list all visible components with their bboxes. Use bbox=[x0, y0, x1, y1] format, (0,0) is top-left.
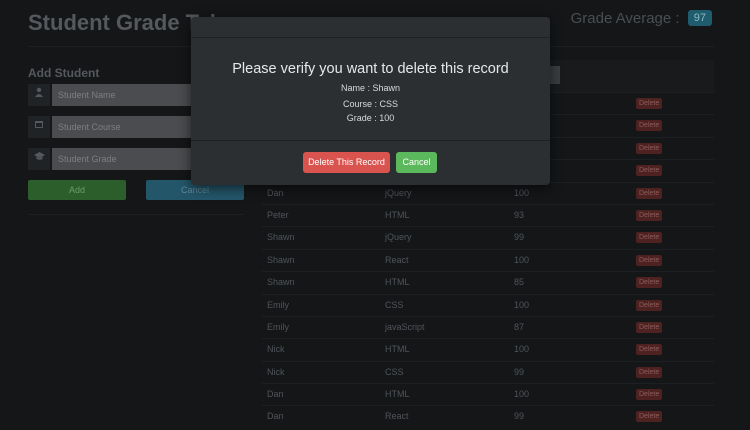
delete-button[interactable]: Delete bbox=[636, 277, 663, 289]
cell-course: CSS bbox=[385, 299, 404, 310]
cell-course: HTML bbox=[385, 209, 410, 220]
table-row: Emily javaScript 87 Delete bbox=[262, 315, 714, 338]
modal-course-line: Course : CSS bbox=[342, 99, 399, 109]
table-row: Nick HTML 100 Delete bbox=[262, 338, 714, 360]
modal-header bbox=[191, 17, 550, 38]
delete-button[interactable]: Delete bbox=[636, 299, 663, 311]
cell-name: Shawn bbox=[267, 277, 295, 288]
cell-course: React bbox=[385, 411, 409, 422]
delete-button[interactable]: Delete bbox=[636, 389, 663, 401]
cell-grade: 93 bbox=[514, 209, 525, 220]
delete-button[interactable]: Delete bbox=[636, 411, 663, 423]
cell-course: jQuery bbox=[385, 187, 412, 198]
modal-cancel-button[interactable]: Cancel bbox=[396, 152, 437, 173]
table-row: Peter HTML 93 Delete bbox=[262, 203, 714, 226]
cell-course: HTML bbox=[385, 389, 410, 400]
cell-name: Peter bbox=[267, 209, 289, 220]
cell-name: Shawn bbox=[267, 232, 295, 243]
cell-grade: 100 bbox=[514, 389, 530, 400]
cell-grade: 99 bbox=[514, 232, 525, 243]
delete-button[interactable]: Delete bbox=[636, 232, 663, 244]
cell-grade: 100 bbox=[514, 187, 530, 198]
add-student-title: Add Student bbox=[28, 66, 100, 80]
table-row: Emily CSS 100 Delete bbox=[262, 293, 714, 316]
delete-button[interactable]: Delete bbox=[636, 187, 663, 199]
grade-average: Grade Average : 97 bbox=[571, 10, 712, 27]
cell-grade: 99 bbox=[514, 366, 525, 377]
delete-button[interactable]: Delete bbox=[636, 254, 663, 266]
grade-average-label: Grade Average : bbox=[570, 10, 680, 27]
cell-course: HTML bbox=[385, 344, 410, 355]
table-row: Shawn jQuery 99 Delete bbox=[262, 226, 714, 248]
cell-grade: 100 bbox=[514, 299, 530, 310]
modal-name-line: Name : Shawn bbox=[340, 83, 401, 93]
cell-name: Nick bbox=[267, 344, 285, 355]
cell-course: HTML bbox=[385, 277, 410, 288]
cell-grade: 99 bbox=[514, 411, 525, 422]
table-row: Dan React 99 Delete bbox=[262, 405, 714, 427]
delete-button[interactable]: Delete bbox=[636, 98, 663, 109]
modal-question: Please verify you want to delete this re… bbox=[232, 61, 509, 77]
cell-grade: 85 bbox=[514, 277, 525, 288]
user-icon bbox=[28, 84, 50, 106]
cell-course: javaScript bbox=[385, 321, 425, 332]
delete-button[interactable]: Delete bbox=[636, 344, 663, 356]
delete-button[interactable]: Delete bbox=[636, 209, 663, 221]
delete-button[interactable]: Delete bbox=[636, 120, 663, 132]
cell-course: jQuery bbox=[385, 232, 412, 243]
table-row: Shawn HTML 85 Delete bbox=[262, 271, 714, 293]
cell-course: CSS bbox=[385, 366, 404, 377]
cell-grade: 100 bbox=[514, 254, 530, 265]
table-row: Nick CSS 99 Delete bbox=[262, 360, 714, 383]
page-background: Student Grade Tab Grade Average : 97 Add… bbox=[0, 0, 750, 430]
cell-name: Emily bbox=[267, 299, 289, 310]
delete-button[interactable]: Delete bbox=[636, 142, 663, 154]
cell-name: Shawn bbox=[267, 254, 295, 265]
cell-name: Dan bbox=[267, 187, 284, 198]
cell-name: Dan bbox=[267, 389, 284, 400]
cell-name: Emily bbox=[267, 321, 289, 332]
add-button[interactable]: Add bbox=[28, 180, 126, 200]
grade-average-badge: 97 bbox=[687, 10, 712, 26]
cell-course: React bbox=[385, 254, 409, 265]
cell-grade: 100 bbox=[514, 344, 530, 355]
delete-this-record-button[interactable]: Delete This Record bbox=[303, 152, 390, 173]
cell-name: Dan bbox=[267, 411, 284, 422]
modal-footer-divider bbox=[191, 140, 550, 141]
sort-select[interactable] bbox=[550, 66, 560, 84]
table-row: Shawn React 100 Delete bbox=[262, 248, 714, 271]
cell-name: Nick bbox=[267, 366, 285, 377]
delete-confirm-modal: Please verify you want to delete this re… bbox=[191, 17, 550, 185]
calendar-icon bbox=[28, 116, 50, 138]
delete-button[interactable]: Delete bbox=[636, 165, 663, 177]
modal-grade-line: Grade : 100 bbox=[346, 113, 395, 123]
form-divider bbox=[28, 214, 244, 215]
cell-grade: 87 bbox=[514, 321, 525, 332]
delete-button[interactable]: Delete bbox=[636, 366, 663, 378]
graduation-cap-icon bbox=[28, 148, 50, 170]
delete-button[interactable]: Delete bbox=[636, 321, 663, 333]
table-row: Dan HTML 100 Delete bbox=[262, 383, 714, 405]
